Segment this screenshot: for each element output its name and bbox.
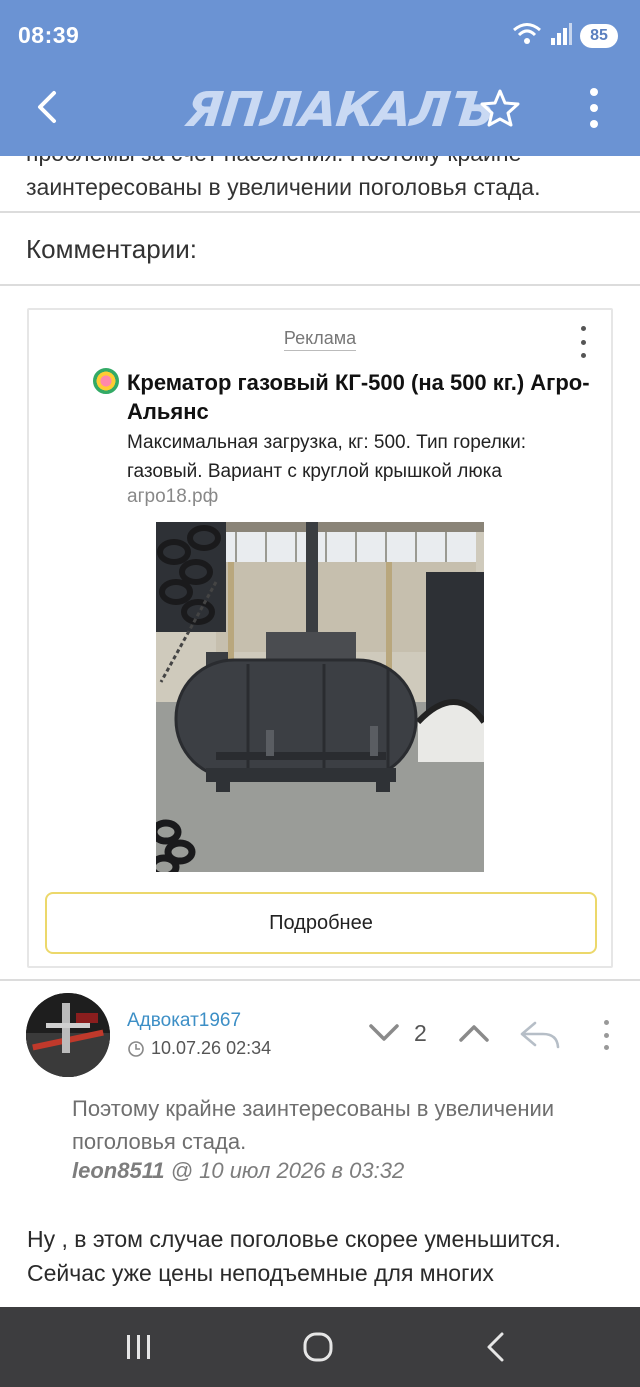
- avatar[interactable]: [26, 993, 110, 1077]
- quote-attribution: leon8511 @ 10 июл 2026 в 03:32: [72, 1158, 404, 1184]
- back-button[interactable]: [24, 84, 70, 130]
- back-chevron-icon: [487, 1332, 504, 1362]
- clock-icon: [128, 1040, 144, 1057]
- divider: [0, 979, 640, 981]
- signal-icon: [550, 22, 572, 50]
- reply-arrow-icon: [520, 1021, 560, 1049]
- reply-button[interactable]: [518, 1018, 562, 1050]
- quote-date: @ 10 июл 2026 в 03:32: [164, 1158, 405, 1183]
- comment-options-button[interactable]: [596, 1018, 616, 1052]
- back-arrow-icon: [38, 91, 56, 123]
- app-header: 08:39 85 ЯПЛАКАЛЪ: [0, 0, 640, 156]
- ad-description: Максимальная загрузка, кг: 500. Тип горе…: [127, 432, 526, 482]
- divider: [0, 284, 640, 286]
- comment-line: Сейчас уже цены неподъемные для многих: [27, 1260, 494, 1286]
- advertiser-logo-icon: [93, 368, 119, 394]
- star-icon: [480, 89, 520, 127]
- site-logo[interactable]: ЯПЛАКАЛЪ: [183, 82, 496, 138]
- comment-body: Ну , в этом случае поголовье скорее умен…: [27, 1222, 617, 1290]
- comment-line: Ну , в этом случае поголовье скорее умен…: [27, 1226, 561, 1252]
- more-vert-icon: [580, 326, 586, 331]
- status-time: 08:39: [18, 22, 80, 48]
- quote-author[interactable]: leon8511: [72, 1158, 165, 1183]
- system-navigation-bar: [0, 1307, 640, 1387]
- quoted-text: Поэтому крайне заинтересованы в увеличен…: [72, 1096, 555, 1154]
- recents-icon: [127, 1335, 150, 1359]
- system-back-button[interactable]: [476, 1327, 516, 1367]
- comments-heading: Комментарии:: [26, 234, 197, 264]
- ad-domain[interactable]: агро18.рф: [127, 486, 218, 508]
- chevron-down-icon: [369, 1024, 399, 1041]
- home-icon: [303, 1332, 333, 1362]
- more-vert-icon: [590, 88, 598, 96]
- ad-options-button[interactable]: [573, 324, 593, 360]
- home-button[interactable]: [296, 1325, 340, 1369]
- comment-author[interactable]: Адвокат1967: [127, 1010, 241, 1032]
- ad-details-button[interactable]: Подробнее: [45, 892, 597, 954]
- favorite-button[interactable]: [476, 84, 524, 132]
- vote-down-button[interactable]: [366, 1018, 402, 1048]
- ad-block[interactable]: Реклама Крематор газовый КГ-500 (на 500 …: [27, 308, 613, 968]
- article-line: заинтересованы в увеличении поголовья ст…: [26, 174, 541, 200]
- app-bar: ЯПЛАКАЛЪ: [0, 62, 640, 156]
- comment-date: 10.07.26 02:34: [151, 1038, 272, 1058]
- battery-indicator: 85: [580, 24, 618, 48]
- ad-title[interactable]: Крематор газовый КГ-500 (на 500 кг.) Агр…: [127, 368, 597, 426]
- comment-meta: 10.07.26 02:34: [127, 1038, 271, 1059]
- status-icons: 85: [512, 22, 618, 50]
- recents-button[interactable]: [115, 1327, 163, 1367]
- wifi-icon: [512, 22, 542, 51]
- ad-label: Реклама: [29, 328, 611, 351]
- more-menu-button[interactable]: [572, 84, 616, 132]
- more-vert-icon: [603, 1020, 609, 1025]
- vote-up-button[interactable]: [456, 1018, 492, 1048]
- divider: [0, 211, 640, 213]
- chevron-up-icon: [459, 1025, 489, 1042]
- vote-count: 2: [414, 1020, 427, 1046]
- ad-product-image[interactable]: [156, 522, 484, 872]
